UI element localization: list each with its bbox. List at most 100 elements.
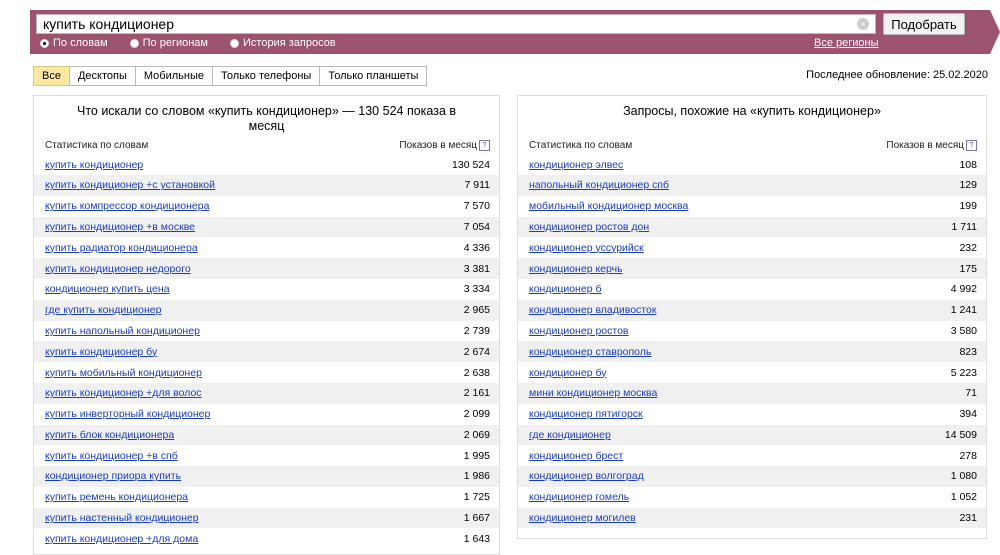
table-row: кондиционер владивосток 1 241	[518, 299, 986, 321]
query-link[interactable]: кондиционер уссурийск	[529, 242, 644, 254]
query-count: 2 638	[463, 366, 490, 379]
table-row: купить ремень кондиционера 1 725	[34, 487, 499, 508]
table-row: купить кондиционер недорого 3 381	[34, 258, 499, 279]
mode-label: По регионам	[142, 37, 208, 49]
query-link[interactable]: купить кондиционер недорого	[45, 263, 191, 275]
query-link[interactable]: мини кондиционер москва	[529, 387, 657, 399]
query-count: 1 667	[463, 512, 490, 525]
query-link[interactable]: кондиционер гомель	[529, 491, 629, 503]
col-phrase: Статистика по словам	[529, 140, 633, 151]
table-row: кондиционер приора купить 1 986	[34, 466, 499, 487]
mode-label: История запросов	[243, 37, 336, 49]
help-icon[interactable]: ?	[479, 140, 490, 151]
query-count: 108	[959, 158, 977, 171]
table-row: купить инверторный кондиционер 2 099	[34, 404, 499, 425]
query-count: 7 570	[463, 200, 490, 213]
all-regions-link[interactable]: Все регионы	[814, 37, 879, 49]
query-link[interactable]: купить мобильный кондиционер	[45, 367, 202, 379]
query-link[interactable]: кондиционер бу	[529, 367, 607, 379]
table-row: мобильный кондиционер москва 199	[518, 196, 986, 217]
table-row: купить компрессор кондиционера 7 570	[34, 196, 499, 217]
query-link[interactable]: напольный кондиционер спб	[529, 179, 669, 191]
query-link[interactable]: кондиционер могилев	[529, 512, 636, 524]
query-link[interactable]: купить кондиционер +с установкой	[45, 179, 215, 191]
query-link[interactable]: кондиционер купить цена	[45, 283, 170, 295]
mode-by-words[interactable]: По словам	[40, 37, 108, 49]
query-link[interactable]: кондиционер элвес	[529, 159, 623, 171]
help-icon[interactable]: ?	[966, 140, 977, 151]
query-link[interactable]: купить блок кондиционера	[45, 429, 174, 441]
mode-history[interactable]: История запросов	[230, 37, 336, 49]
search-bar: × Подобрать По словам По регионам Истори…	[30, 10, 1000, 54]
table-row: кондиционер пятигорск 394	[518, 404, 986, 425]
query-link[interactable]: кондиционер б	[529, 283, 601, 295]
query-count: 231	[959, 512, 977, 525]
query-count: 2 739	[463, 324, 490, 337]
search-modes: По словам По регионам История запросов	[40, 37, 336, 49]
query-count: 175	[959, 262, 977, 275]
query-link[interactable]: купить кондиционер +для волос	[45, 387, 202, 399]
query-link[interactable]: купить напольный кондиционер	[45, 325, 200, 337]
radio-by-regions[interactable]	[129, 38, 139, 48]
query-link[interactable]: кондиционер владивосток	[529, 304, 656, 316]
table-row: кондиционер б 4 992	[518, 279, 986, 300]
table-row: напольный кондиционер спб 129	[518, 174, 986, 196]
query-link[interactable]: кондиционер волгоград	[529, 470, 644, 482]
query-link[interactable]: купить кондиционер	[45, 159, 143, 171]
query-link[interactable]: кондиционер ставрополь	[529, 346, 651, 358]
query-link[interactable]: кондиционер пятигорск	[529, 408, 643, 420]
words-panel: Что искали со словом «купить кондиционер…	[33, 95, 500, 555]
table-row: где кондиционер 14 509	[518, 424, 986, 446]
query-link[interactable]: купить настенный кондиционер	[45, 512, 199, 524]
query-link[interactable]: кондиционер брест	[529, 450, 623, 462]
query-link[interactable]: кондиционер ростов дон	[529, 221, 649, 233]
radio-by-words[interactable]	[40, 38, 49, 48]
query-link[interactable]: купить инверторный кондиционер	[45, 408, 210, 420]
query-link[interactable]: мобильный кондиционер москва	[529, 200, 688, 212]
table-row: кондиционер ростов дон 1 711	[518, 216, 986, 238]
tab-all[interactable]: Все	[33, 66, 70, 86]
table-row: кондиционер бу 5 223	[518, 362, 986, 383]
query-link[interactable]: где кондиционер	[529, 429, 611, 441]
query-count: 1 241	[950, 304, 977, 317]
query-link[interactable]: купить радиатор кондиционера	[45, 242, 198, 254]
search-box: ×	[36, 14, 876, 34]
tab-phones-only[interactable]: Только телефоны	[211, 66, 321, 86]
col-count-wrap: Показов в месяц?	[886, 140, 977, 151]
panel-title: Что искали со словом «купить кондиционер…	[76, 104, 457, 133]
table-row: купить кондиционер +с установкой 7 911	[34, 174, 499, 196]
last-update: Последнее обновление: 25.02.2020	[806, 69, 988, 81]
search-input[interactable]	[37, 15, 859, 33]
submit-button[interactable]: Подобрать	[883, 13, 965, 35]
radio-history[interactable]	[230, 38, 239, 48]
query-count: 199	[959, 200, 977, 213]
tab-mobile[interactable]: Мобильные	[134, 66, 213, 86]
query-link[interactable]: кондиционер ростов	[529, 325, 629, 337]
query-count: 1 711	[951, 220, 978, 233]
table-row: кондиционер купить цена 3 334	[34, 279, 499, 300]
mode-by-regions[interactable]: По регионам	[129, 37, 208, 49]
query-link[interactable]: купить ремень кондиционера	[45, 491, 188, 503]
query-link[interactable]: где купить кондиционер	[45, 304, 162, 316]
col-phrase: Статистика по словам	[45, 140, 149, 151]
query-count: 3 334	[463, 283, 490, 296]
query-link[interactable]: кондиционер приора купить	[45, 470, 181, 482]
query-link[interactable]: купить компрессор кондиционера	[45, 200, 209, 212]
query-link[interactable]: кондиционер керчь	[529, 263, 623, 275]
table-row: кондиционер ростов 3 580	[518, 321, 986, 342]
device-tabs: Все Десктопы Мобильные Только телефоны Т…	[33, 66, 428, 86]
query-link[interactable]: купить кондиционер +в спб	[45, 450, 178, 462]
query-link[interactable]: купить кондиционер +для дома	[45, 533, 198, 545]
tab-desktops[interactable]: Десктопы	[68, 66, 136, 86]
query-count: 2 965	[463, 304, 490, 317]
query-count: 1 052	[950, 491, 977, 504]
tab-tablets-only[interactable]: Только планшеты	[319, 66, 428, 86]
similar-panel: Запросы, похожие на «купить кондиционер»…	[517, 95, 987, 539]
query-count: 71	[965, 387, 977, 400]
table-row: купить кондиционер +для дома 1 643	[34, 528, 499, 549]
query-link[interactable]: купить кондиционер бу	[45, 346, 157, 358]
clear-icon[interactable]: ×	[857, 18, 869, 30]
query-link[interactable]: купить кондиционер +в москве	[45, 221, 195, 233]
table-header: Статистика по словам Показов в месяц?	[34, 140, 499, 151]
query-count: 3 580	[950, 324, 977, 337]
